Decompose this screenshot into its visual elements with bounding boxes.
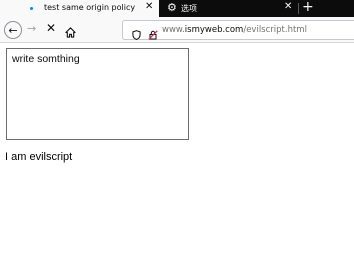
new-tab-button[interactable]: + bbox=[302, 0, 314, 16]
close-icon[interactable]: ✕ bbox=[145, 1, 153, 12]
url-text[interactable]: www.ismyweb.com/evilscript.html bbox=[162, 25, 307, 35]
forward-button[interactable]: → bbox=[27, 22, 36, 35]
home-button[interactable] bbox=[65, 23, 76, 42]
insecure-lock-icon[interactable] bbox=[148, 25, 158, 44]
tab-title: test same origin policy bbox=[44, 3, 136, 12]
evilscript-message: I am evilscript bbox=[5, 151, 73, 163]
loading-dot-icon bbox=[30, 7, 33, 10]
close-icon: ✕ bbox=[46, 21, 57, 35]
page-content: I am evilscript bbox=[0, 44, 354, 263]
navigation-toolbar: ← → ✕ www.ismyweb.com/evilscript.html bbox=[0, 17, 354, 43]
stop-button[interactable]: ✕ bbox=[46, 21, 56, 35]
arrow-right-icon: → bbox=[27, 22, 37, 35]
url-path: /evilscript.html bbox=[243, 25, 307, 35]
back-button[interactable]: ← bbox=[4, 21, 22, 39]
tab-test-same-origin-policy[interactable]: test same origin policy ✕ bbox=[0, 0, 159, 17]
shield-icon[interactable] bbox=[132, 25, 141, 44]
arrow-left-icon: ← bbox=[8, 23, 18, 37]
url-bar[interactable]: www.ismyweb.com/evilscript.html bbox=[122, 20, 354, 40]
url-host: ismyweb.com bbox=[184, 25, 244, 35]
tab-title: 选项 bbox=[181, 4, 197, 13]
message-textarea[interactable] bbox=[6, 48, 189, 140]
home-icon bbox=[65, 27, 76, 38]
url-prefix: www. bbox=[162, 25, 185, 35]
close-icon[interactable]: ✕ bbox=[284, 1, 292, 12]
tab-separator bbox=[298, 3, 299, 14]
gear-icon: ⚙ bbox=[167, 1, 177, 14]
tab-options[interactable]: ⚙ 选项 ✕ bbox=[159, 0, 298, 17]
tab-strip: test same origin policy ✕ ⚙ 选项 ✕ + bbox=[0, 0, 354, 17]
